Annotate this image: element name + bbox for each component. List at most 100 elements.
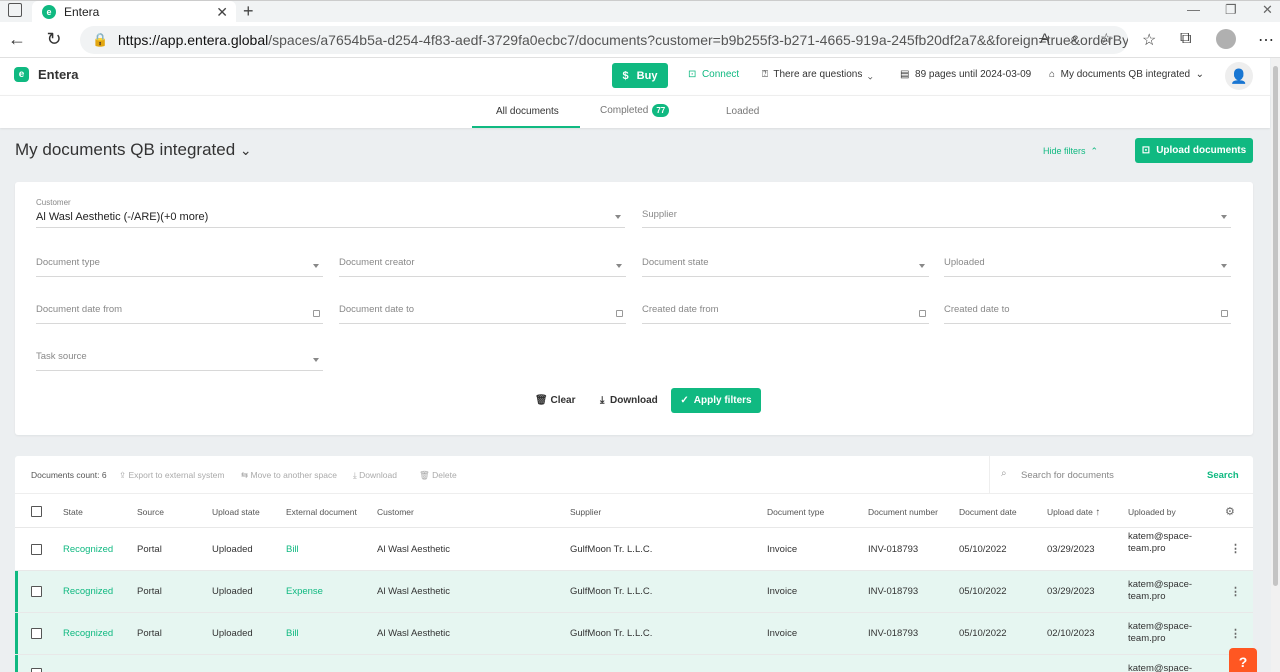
column-header[interactable]: Document number [868, 507, 938, 517]
uploaded-select[interactable]: Uploaded [944, 247, 1231, 277]
export-button[interactable]: ⇪ Export to external system [119, 470, 224, 481]
column-header[interactable]: Upload state [212, 507, 260, 517]
grid-download-button[interactable]: ⤓ Download [353, 470, 397, 481]
minimize-icon[interactable]: — [1187, 2, 1200, 17]
external-document-link[interactable]: Bill [286, 544, 299, 555]
external-document-link[interactable]: Bill [286, 628, 299, 639]
close-tab-icon[interactable]: ✕ [216, 4, 228, 21]
url-domain: https://app.entera.global [118, 32, 269, 48]
document-state-label: Document state [642, 257, 709, 268]
column-header[interactable]: Supplier [570, 507, 601, 517]
reload-icon[interactable]: ↻ [43, 29, 65, 50]
favorites-icon[interactable]: ☆ [1142, 30, 1156, 50]
search-button[interactable]: Search [1207, 470, 1239, 481]
browser-profile-icon[interactable] [1216, 29, 1236, 49]
document-creator-select[interactable]: Document creator [339, 247, 626, 277]
customer-select[interactable]: Customer Al Wasl Aesthetic (-/ARE)(+0 mo… [36, 198, 625, 228]
document-type-select[interactable]: Document type [36, 247, 323, 277]
scrollbar-thumb[interactable] [1273, 66, 1278, 586]
download-filtered-button[interactable]: ⤓ Download [600, 395, 658, 406]
more-icon[interactable]: ⋯ [1258, 30, 1274, 50]
column-header[interactable]: State [63, 507, 83, 517]
supplier-select[interactable]: Supplier [642, 198, 1231, 228]
column-header[interactable]: Upload date ↑ [1047, 507, 1100, 518]
maximize-icon[interactable]: ❐ [1225, 2, 1237, 18]
column-header[interactable]: Document date [959, 507, 1017, 517]
tab-completed[interactable]: Completed 77 [600, 104, 670, 117]
apply-filters-button[interactable]: ✓ Apply filters [671, 388, 761, 413]
table-row[interactable]: Recognized Portal Uploaded Bill Al Wasl … [15, 613, 1253, 655]
connect-icon: ⊡ [688, 69, 697, 80]
url-field[interactable]: 🔒 https://app.entera.global/spaces/a7654… [80, 26, 1128, 54]
delete-button[interactable]: 🗑 Delete [419, 470, 457, 481]
row-checkbox[interactable] [31, 668, 42, 672]
page-title[interactable]: My documents QB integrated ⌄ [15, 140, 252, 160]
upload-documents-button[interactable]: ⊡ Upload documents [1135, 138, 1253, 163]
new-tab-icon[interactable]: + [243, 1, 254, 21]
row-checkbox[interactable] [31, 586, 42, 597]
column-header[interactable]: External document [286, 507, 357, 517]
favorite-icon[interactable]: ☆ [1100, 30, 1113, 47]
row-checkbox[interactable] [31, 544, 42, 555]
browser-tab[interactable]: e Entera ✕ [32, 1, 236, 23]
gear-icon[interactable]: ⚙ [1225, 505, 1235, 518]
table-row[interactable]: katem@space- [15, 655, 1253, 672]
select-all-checkbox[interactable] [31, 506, 42, 517]
document-state-select[interactable]: Document state [642, 247, 929, 277]
search-icon: ⌕ [1001, 468, 1007, 479]
logo[interactable]: e Entera [14, 67, 78, 82]
page-title-text: My documents QB integrated [15, 140, 236, 159]
collections-icon[interactable]: ⧉ [1180, 30, 1191, 48]
url-path: /spaces/a7654b5a-d254-4f83-aedf-3729fa0e… [268, 32, 1128, 48]
window-close-icon[interactable]: ✕ [1262, 2, 1273, 18]
document-date-from-field[interactable]: Document date from [36, 294, 323, 324]
column-header[interactable]: Customer [377, 507, 414, 517]
row-menu-icon[interactable]: ⋮ [1230, 585, 1241, 598]
pages-info[interactable]: ▤ 89 pages until 2024-03-09 [900, 69, 1031, 80]
read-aloud-icon[interactable]: A [1040, 30, 1049, 46]
buy-button[interactable]: $ Buy [612, 63, 668, 88]
documents-count: Documents count: 6 [31, 470, 107, 480]
help-button[interactable]: ? [1229, 648, 1257, 672]
document-icon: ▤ [900, 69, 910, 80]
row-checkbox[interactable] [31, 628, 42, 639]
document-date-to-label: Document date to [339, 304, 414, 315]
row-menu-icon[interactable]: ⋮ [1230, 542, 1241, 555]
document-type-label: Document type [36, 257, 100, 268]
table-row[interactable]: Recognized Portal Uploaded Bill Al Wasl … [15, 528, 1253, 571]
calendar-icon[interactable] [616, 310, 623, 317]
hide-filters-link[interactable]: Hide filters ⌃ [1043, 146, 1098, 157]
uploaded-label: Uploaded [944, 257, 985, 268]
clear-button[interactable]: 🗑 Clear [535, 395, 576, 406]
tab-all-documents[interactable]: All documents [496, 106, 559, 117]
created-date-to-field[interactable]: Created date to [944, 294, 1231, 324]
tab-label: Loaded [726, 106, 760, 117]
questions-dropdown[interactable]: ⍰ There are questions ⌄ [762, 69, 873, 80]
document-type-cell: Invoice [767, 628, 798, 639]
user-icon[interactable]: 👤 [1225, 62, 1253, 90]
calendar-icon[interactable] [919, 310, 926, 317]
column-header[interactable]: Document type [767, 507, 824, 517]
supplier-cell: GulfMoon Tr. L.L.C. [570, 544, 653, 555]
column-header[interactable]: Uploaded by [1128, 507, 1176, 517]
row-menu-icon[interactable]: ⋮ [1230, 627, 1241, 640]
table-row[interactable]: Recognized Portal Uploaded Expense Al Wa… [15, 571, 1253, 613]
back-icon[interactable]: ← [6, 29, 28, 50]
document-date-to-field[interactable]: Document date to [339, 294, 626, 324]
connect-link[interactable]: ⊡ Connect [688, 69, 739, 80]
column-header[interactable]: Source [137, 507, 164, 517]
view-tabs: All documents Completed 77 Loaded [0, 95, 1270, 128]
calendar-icon[interactable] [313, 310, 320, 317]
calendar-icon[interactable] [1221, 310, 1228, 317]
zoom-icon[interactable]: ⌕ [1070, 30, 1078, 47]
trash-icon: 🗑 [419, 470, 430, 480]
hide-filters-label: Hide filters [1043, 146, 1086, 156]
task-source-select[interactable]: Task source [36, 341, 323, 371]
external-document-link[interactable]: Expense [286, 586, 323, 597]
created-date-from-field[interactable]: Created date from [642, 294, 929, 324]
space-dropdown[interactable]: ⌂ My documents QB integrated ⌄ [1049, 69, 1204, 80]
search-input[interactable]: Search for documents [1021, 470, 1114, 481]
tab-actions-icon[interactable] [8, 3, 22, 17]
move-button[interactable]: ⇆ Move to another space [241, 470, 337, 481]
tab-loaded[interactable]: Loaded [726, 106, 759, 117]
